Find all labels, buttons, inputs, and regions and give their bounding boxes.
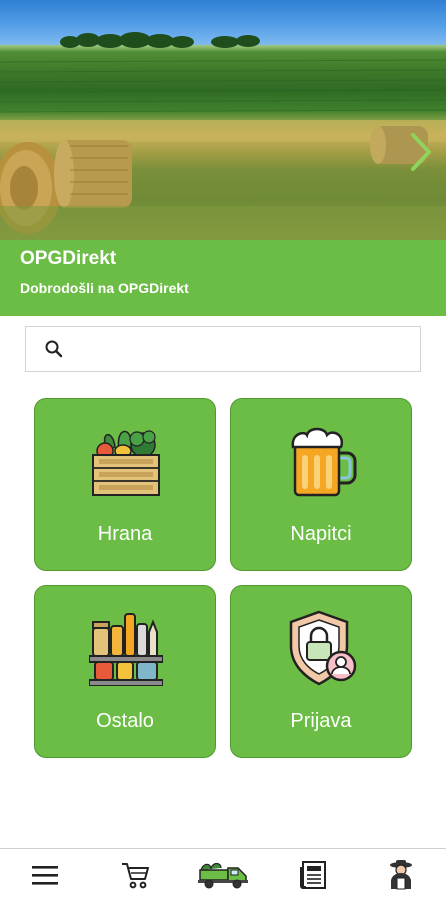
- nav-home-button[interactable]: [194, 849, 254, 901]
- menu-icon: [32, 866, 58, 885]
- vegetable-crate-icon: [92, 430, 160, 496]
- welcome-header: OPGDirekt Dobrodošli na OPGDirekt: [0, 240, 446, 316]
- search-bar[interactable]: [25, 326, 421, 372]
- farmer-profile-icon: [390, 860, 412, 890]
- cart-icon: [122, 863, 149, 889]
- app-title: OPGDirekt: [20, 248, 117, 269]
- chevron-right-icon: [411, 133, 431, 171]
- search-icon: [45, 340, 63, 358]
- farm-truck-icon: [198, 862, 248, 889]
- category-tile-ostalo[interactable]: Ostalo: [34, 585, 216, 758]
- beer-mug-icon: [291, 427, 357, 497]
- carousel-next-button[interactable]: [410, 132, 440, 186]
- newspaper-icon: [300, 861, 326, 889]
- category-label: Ostalo: [96, 710, 154, 732]
- pantry-shelf-icon: [89, 613, 163, 686]
- nav-menu-button[interactable]: [22, 849, 68, 901]
- search-input[interactable]: [76, 328, 420, 370]
- category-label: Hrana: [97, 523, 153, 545]
- category-label: Prijava: [290, 710, 352, 732]
- category-tile-hrana[interactable]: Hrana: [34, 398, 216, 571]
- farm-field-image: [0, 32, 446, 240]
- category-tile-prijava[interactable]: Prijava: [230, 585, 412, 758]
- welcome-subtitle: Dobrodošli na OPGDirekt: [20, 280, 189, 296]
- nav-news-button[interactable]: [290, 849, 336, 901]
- hero-banner: [0, 0, 446, 240]
- category-tile-napitci[interactable]: Napitci: [230, 398, 412, 571]
- bottom-navigation: [0, 848, 446, 901]
- category-label: Napitci: [290, 523, 352, 545]
- nav-cart-button[interactable]: [112, 849, 158, 901]
- user-shield-icon: [289, 610, 357, 686]
- nav-profile-button[interactable]: [378, 849, 424, 901]
